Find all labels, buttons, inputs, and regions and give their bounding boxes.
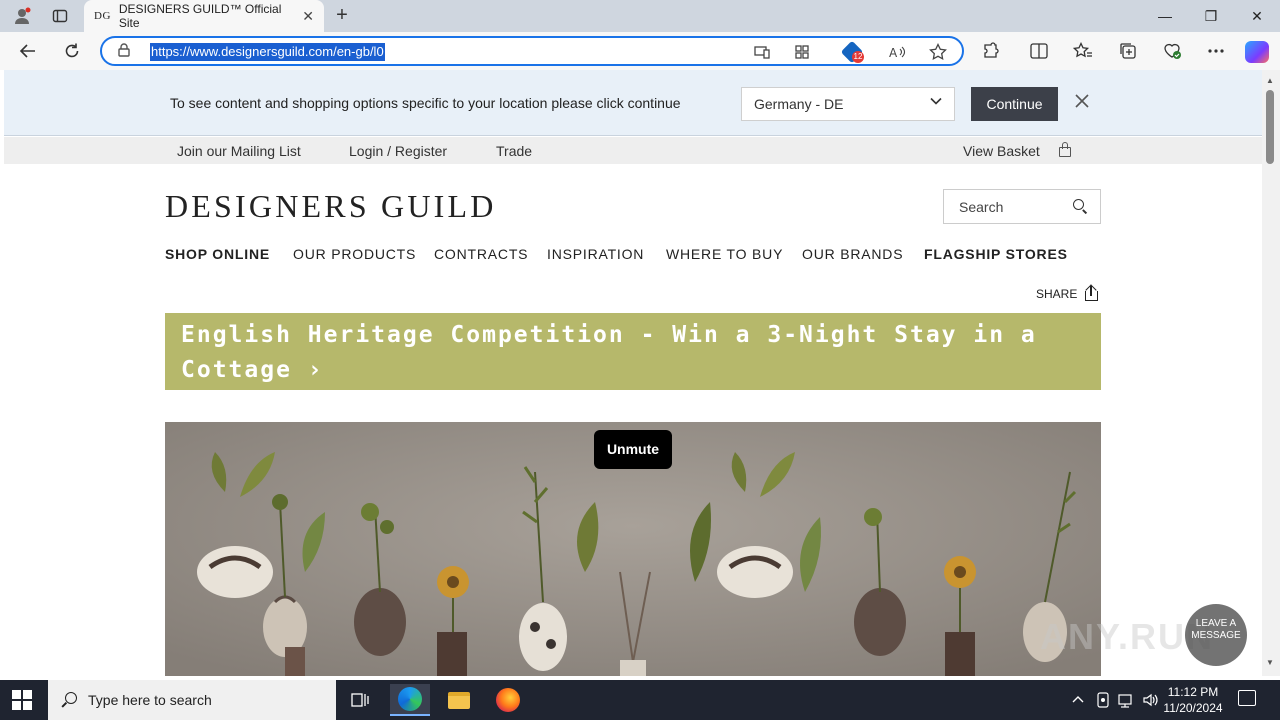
extensions-icon[interactable] (980, 41, 1002, 61)
url-text[interactable]: https://www.designersguild.com/en-gb/l0 (150, 43, 385, 61)
search-icon (61, 692, 78, 708)
clock-time: 11:12 PM (1167, 685, 1219, 699)
tray-device-icon[interactable] (1096, 692, 1110, 711)
window-close-button[interactable]: ✕ (1234, 0, 1280, 32)
login-register-link[interactable]: Login / Register (349, 143, 447, 159)
performance-icon[interactable] (1161, 41, 1183, 61)
favorites-icon[interactable] (1072, 41, 1094, 61)
browser-toolbar: https://www.designersguild.com/en-gb/l0 … (0, 32, 1280, 70)
unmute-button[interactable]: Unmute (594, 430, 672, 469)
nav-inspiration[interactable]: INSPIRATION (547, 246, 644, 262)
read-aloud-icon[interactable]: A (888, 43, 908, 61)
windows-start-icon[interactable] (12, 690, 32, 710)
tab-close-icon[interactable]: ✕ (302, 8, 314, 25)
mailing-list-link[interactable]: Join our Mailing List (177, 143, 301, 159)
tray-chevron-up-icon[interactable] (1072, 692, 1084, 707)
leave-message-button[interactable]: LEAVE A MESSAGE (1185, 604, 1247, 666)
close-icon[interactable] (1074, 90, 1090, 114)
trade-link[interactable]: Trade (496, 143, 532, 159)
edge-taskbar-icon[interactable] (390, 684, 430, 716)
copilot-icon[interactable] (1245, 41, 1269, 63)
page-scrollbar[interactable]: ▲ ▼ (1262, 70, 1280, 676)
country-select-value: Germany - DE (754, 96, 844, 112)
promo-banner[interactable]: English Heritage Competition - Win a 3-N… (165, 313, 1101, 390)
scroll-up-icon[interactable]: ▲ (1266, 76, 1274, 85)
chevron-down-icon (930, 94, 942, 110)
share-label[interactable]: SHARE (1036, 287, 1077, 301)
leave-message-label: LEAVE A MESSAGE (1191, 618, 1241, 641)
lock-icon[interactable] (118, 43, 130, 60)
new-tab-button[interactable]: + (330, 4, 354, 28)
extension-badge-icon[interactable]: 12 (840, 40, 864, 64)
tab-title: DESIGNERS GUILD™ Official Site (118, 2, 282, 30)
nav-where-to-buy[interactable]: WHERE TO BUY (666, 246, 783, 262)
volume-icon[interactable] (1142, 692, 1160, 711)
windows-taskbar: Type here to search 11:12 PM 11/20/2024 (0, 680, 1280, 720)
search-input[interactable]: Search (943, 189, 1101, 224)
taskbar-search-placeholder: Type here to search (88, 692, 212, 708)
browser-tab-active[interactable]: DG DESIGNERS GUILD™ Official Site ✕ (84, 0, 324, 32)
device-icon[interactable] (752, 43, 772, 61)
collections-icon[interactable] (1117, 41, 1139, 61)
utility-nav: Join our Mailing List Login / Register T… (4, 137, 1262, 164)
profile-icon[interactable] (12, 6, 32, 26)
taskbar-clock[interactable]: 11:12 PM 11/20/2024 (1160, 684, 1226, 716)
task-view-icon[interactable] (340, 684, 380, 716)
share-icon[interactable] (1085, 284, 1098, 301)
network-icon[interactable] (1118, 692, 1136, 711)
more-icon[interactable] (1205, 41, 1227, 61)
search-placeholder: Search (959, 199, 1004, 215)
nav-shop-online[interactable]: SHOP ONLINE (165, 246, 270, 262)
view-basket-link[interactable]: View Basket (963, 143, 1040, 159)
web-page: To see content and shopping options spec… (4, 70, 1262, 676)
continue-button[interactable]: Continue (971, 87, 1058, 121)
notification-icon[interactable] (1238, 690, 1256, 706)
tab-actions-icon[interactable] (50, 6, 70, 26)
favorite-star-icon[interactable] (928, 43, 948, 61)
firefox-icon[interactable] (488, 684, 528, 716)
search-icon[interactable] (1073, 199, 1088, 214)
location-banner: To see content and shopping options spec… (4, 70, 1262, 136)
svg-text:A: A (889, 46, 898, 59)
site-logo[interactable]: DESIGNERS GUILD (165, 188, 497, 225)
location-message: To see content and shopping options spec… (170, 95, 681, 111)
minimize-button[interactable]: — (1142, 0, 1188, 32)
back-arrow-icon[interactable] (16, 40, 40, 62)
address-bar[interactable]: https://www.designersguild.com/en-gb/l0 … (100, 36, 964, 66)
browser-titlebar: DG DESIGNERS GUILD™ Official Site ✕ + — … (0, 0, 1280, 32)
hero-video[interactable]: Unmute (165, 422, 1101, 676)
clock-date: 11/20/2024 (1163, 701, 1223, 715)
country-select[interactable]: Germany - DE (741, 87, 955, 121)
basket-icon[interactable] (1058, 142, 1072, 158)
nav-our-brands[interactable]: OUR BRANDS (802, 246, 903, 262)
maximize-button[interactable]: ❐ (1188, 0, 1234, 32)
nav-contracts[interactable]: CONTRACTS (434, 246, 528, 262)
nav-flagship-stores[interactable]: FLAGSHIP STORES (924, 246, 1068, 262)
apps-icon[interactable] (792, 43, 812, 61)
scroll-down-icon[interactable]: ▼ (1266, 658, 1274, 667)
file-explorer-icon[interactable] (439, 684, 479, 716)
scroll-thumb[interactable] (1266, 90, 1274, 164)
tab-favicon: DG (94, 10, 111, 22)
split-screen-icon[interactable] (1028, 41, 1050, 61)
extension-badge-count: 12 (852, 51, 864, 63)
nav-our-products[interactable]: OUR PRODUCTS (293, 246, 416, 262)
taskbar-search-input[interactable]: Type here to search (48, 680, 336, 720)
refresh-icon[interactable] (60, 40, 84, 62)
